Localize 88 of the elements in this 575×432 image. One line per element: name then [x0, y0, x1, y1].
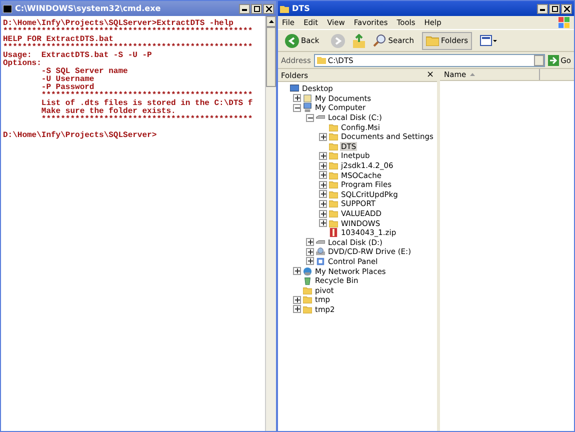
- maximize-icon: [552, 6, 558, 12]
- expand-toggle[interactable]: [319, 152, 327, 160]
- console-line: ********************************************: [40, 116, 254, 124]
- recycle-icon: [303, 276, 312, 286]
- scrollbar[interactable]: [265, 16, 276, 431]
- plus-icon: [320, 220, 326, 226]
- minimize-icon: [242, 6, 247, 11]
- folder-icon: [426, 35, 439, 46]
- up-folder-icon[interactable]: [353, 34, 366, 48]
- console-line: -P Password: [40, 84, 94, 92]
- minus-icon: [307, 114, 313, 121]
- desktop-icon: [290, 84, 299, 94]
- expand-toggle[interactable]: [319, 162, 327, 170]
- close-button[interactable]: [263, 4, 274, 14]
- minimize-icon: [540, 6, 545, 11]
- cdrom-icon: [316, 247, 325, 256]
- up-arrow-icon: [268, 20, 274, 23]
- search-icon: [373, 34, 386, 47]
- expand-toggle[interactable]: [319, 190, 327, 198]
- expand-toggle[interactable]: [306, 238, 314, 246]
- collapse-toggle[interactable]: [306, 114, 314, 122]
- expand-toggle[interactable]: [319, 180, 327, 189]
- expand-toggle[interactable]: [293, 305, 301, 314]
- folder-icon: [280, 4, 289, 12]
- folder-icon: [316, 56, 326, 64]
- documents-icon: [303, 94, 312, 103]
- plus-icon: [294, 268, 300, 274]
- console-prompt: D:\Home\Infy\Projects\SQLServer>: [3, 132, 158, 140]
- plus-icon: [307, 258, 313, 264]
- console-line: Options:: [3, 60, 42, 68]
- minimize-button[interactable]: [537, 4, 548, 14]
- plus-icon: [320, 191, 326, 198]
- console-line: List of .dts files is stored in the C:\DTS f: [40, 100, 254, 108]
- plus-icon: [320, 210, 326, 217]
- expand-toggle[interactable]: [293, 94, 301, 102]
- plus-icon: [294, 306, 300, 312]
- plus-icon: [307, 248, 313, 255]
- computer-icon: [303, 103, 312, 112]
- plus-icon: [320, 200, 326, 207]
- plus-icon: [320, 172, 326, 178]
- flag-logo-icon: [558, 17, 570, 28]
- console-line: -U Username: [40, 76, 96, 84]
- close-icon: [266, 6, 272, 12]
- console-line: Usage: ExtractDTS.bat -S -U -P: [3, 52, 153, 60]
- plus-icon: [294, 95, 300, 102]
- control-icon: [316, 256, 325, 266]
- expand-toggle[interactable]: [319, 219, 327, 228]
- views-icon: [480, 35, 498, 46]
- maximize-button[interactable]: [549, 4, 560, 14]
- window-title: DTS: [292, 4, 311, 13]
- collapse-toggle[interactable]: [293, 104, 301, 112]
- close-pane-button[interactable]: ×: [426, 70, 434, 80]
- go-arrow-icon: [548, 54, 559, 66]
- scroll-up-button[interactable]: [266, 16, 276, 27]
- plus-icon: [320, 152, 326, 159]
- maximize-icon: [254, 6, 260, 12]
- expand-toggle[interactable]: [293, 296, 301, 304]
- console-icon: [3, 4, 12, 12]
- console-line: Make sure the folder exists.: [40, 108, 176, 116]
- console-line: ****************************************************: [3, 44, 254, 52]
- console-line: ****************************************************: [3, 28, 254, 36]
- sort-arrow-icon: [470, 73, 476, 76]
- expand-toggle[interactable]: [306, 257, 314, 266]
- plus-icon: [294, 296, 300, 303]
- plus-icon: [320, 162, 326, 169]
- expand-toggle[interactable]: [319, 210, 327, 218]
- expand-toggle[interactable]: [319, 171, 327, 180]
- close-button[interactable]: [561, 4, 572, 14]
- expand-toggle[interactable]: [319, 132, 327, 141]
- console-line: ********************************************: [40, 92, 254, 100]
- window-title: C:\WINDOWS\system32\cmd.exe: [15, 4, 162, 13]
- minimize-button[interactable]: [239, 4, 250, 14]
- console-line: D:\Home\Infy\Projects\SQLServer>ExtractDTS -help: [3, 20, 234, 28]
- expand-toggle[interactable]: [319, 200, 327, 208]
- network-icon: [303, 266, 312, 276]
- expand-toggle[interactable]: [306, 248, 314, 256]
- plus-icon: [320, 182, 326, 188]
- close-icon: [564, 6, 570, 12]
- plus-icon: [307, 239, 313, 246]
- dropdown-button[interactable]: [534, 54, 544, 66]
- minus-icon: [294, 104, 300, 111]
- maximize-button[interactable]: [251, 4, 262, 14]
- console-line: -S SQL Server name: [40, 68, 129, 76]
- zip-icon: [329, 228, 338, 238]
- plus-icon: [320, 134, 326, 140]
- scroll-thumb[interactable]: [266, 27, 276, 87]
- expand-toggle[interactable]: [293, 267, 301, 276]
- console-line: HELP FOR ExtractDTS.bat: [3, 36, 114, 44]
